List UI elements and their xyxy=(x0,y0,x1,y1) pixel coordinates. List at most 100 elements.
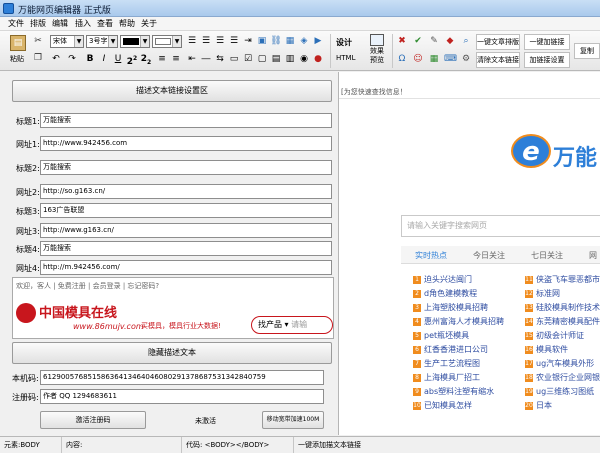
web-search-input[interactable]: 请输入关键字搜索网页 xyxy=(401,215,600,237)
menu-view[interactable]: 查看 xyxy=(97,18,113,29)
menu-about[interactable]: 关于 xyxy=(141,18,157,29)
tab-realtime[interactable]: 实时热点 xyxy=(415,250,447,261)
list-item[interactable]: 11 侠盗飞车罪恶都市 xyxy=(525,274,600,285)
url-4-input[interactable]: http://m.942456.com/ xyxy=(40,260,332,275)
list-item[interactable]: 18 农业银行企业网银 xyxy=(525,372,600,383)
brush-icon[interactable]: ✎ xyxy=(428,35,440,47)
html-view-button[interactable]: HTML xyxy=(336,54,355,62)
italic-button[interactable]: I xyxy=(98,53,110,65)
align-center-icon[interactable]: ☰ xyxy=(200,35,212,47)
speed-boost-button[interactable]: 移动宽带加速100M xyxy=(262,411,324,429)
unordered-list-icon[interactable]: ≡ xyxy=(170,53,182,65)
textbox-icon[interactable]: ▭ xyxy=(228,53,240,65)
emoji-icon[interactable]: ☺ xyxy=(412,53,424,65)
clear-links-button[interactable]: 清除文本链接 xyxy=(476,52,520,68)
justify-icon[interactable]: ☰ xyxy=(228,35,240,47)
list-item[interactable]: 16 模具软件 xyxy=(525,344,568,355)
list-item[interactable]: 14 东莞精密模具配件 xyxy=(525,316,600,327)
image-icon[interactable]: ▣ xyxy=(256,35,268,47)
list-item[interactable]: 6 红香香港进口公司 xyxy=(413,344,488,355)
back-color-select[interactable]: ▼ xyxy=(152,35,182,48)
font-color-select[interactable]: ▼ xyxy=(120,35,150,48)
indent-icon[interactable]: ⇥ xyxy=(242,35,254,47)
reg-code-input[interactable]: 作者 QQ 1294683611 xyxy=(40,389,324,404)
list-item[interactable]: 8 上海模具厂招工 xyxy=(413,372,480,383)
login-bar[interactable]: 欢迎，客人 | 免费注册 | 会员登录 | 忘记密码? xyxy=(16,281,159,291)
hide-description-button[interactable]: 隐藏描述文本 xyxy=(12,342,332,364)
find-icon[interactable]: ◆ xyxy=(444,35,456,47)
spell-icon[interactable]: ✔ xyxy=(412,35,424,47)
flash-icon[interactable]: ◈ xyxy=(298,35,310,47)
list-item[interactable]: 10 已知模具怎样 xyxy=(413,400,472,411)
align-left-icon[interactable]: ☰ xyxy=(186,35,198,47)
form-icon[interactable]: ▤ xyxy=(270,53,282,65)
url-1-input[interactable]: http://www.942456.com xyxy=(40,136,332,151)
url-3-input[interactable]: http://www.g163.cn/ xyxy=(40,223,332,238)
ordered-list-icon[interactable]: ≡ xyxy=(156,53,168,65)
list-item[interactable]: 19 ug三维练习图纸 xyxy=(525,386,594,397)
stop-icon[interactable]: ● xyxy=(312,53,324,65)
marquee-icon[interactable]: ⇆ xyxy=(214,53,226,65)
input-icon[interactable]: ▢ xyxy=(256,53,268,65)
list-item[interactable]: 13 硅胶模具制作技术 xyxy=(525,302,600,313)
copy-button[interactable]: 复制 xyxy=(574,43,600,59)
settings-icon[interactable]: ⚙ xyxy=(460,53,472,65)
one-click-format-button[interactable]: 一键文章排版 xyxy=(476,34,520,50)
paste-icon[interactable]: ▤ xyxy=(10,35,26,51)
outdent-icon[interactable]: ⇤ xyxy=(186,53,198,65)
font-size-select[interactable]: 3号字 ▼ xyxy=(86,35,118,48)
title-1-input[interactable]: 万能搜索 xyxy=(40,113,332,128)
title-4-input[interactable]: 万能搜索 xyxy=(40,241,332,256)
link-settings-button[interactable]: 加链接设置 xyxy=(524,52,570,68)
list-item[interactable]: 15 初级会计师证 xyxy=(525,330,584,341)
subscript-button[interactable]: 22 xyxy=(140,53,152,66)
activate-button[interactable]: 激活注册码 xyxy=(40,411,146,429)
menu-layout[interactable]: 排版 xyxy=(30,18,46,29)
copy-icon[interactable]: ❐ xyxy=(32,52,44,64)
date-icon[interactable]: ▦ xyxy=(428,53,440,65)
media-icon[interactable]: ▶ xyxy=(312,35,324,47)
undo-icon[interactable]: ↶ xyxy=(50,53,62,65)
url-2-input[interactable]: http://so.g163.cn/ xyxy=(40,184,332,199)
menu-insert[interactable]: 插入 xyxy=(75,18,91,29)
one-click-link-button[interactable]: 一键加链接 xyxy=(524,34,570,50)
design-view-button[interactable]: 设计 xyxy=(336,37,352,48)
clear-format-icon[interactable]: ✖ xyxy=(396,35,408,47)
paste-label[interactable]: 粘贴 xyxy=(10,54,24,64)
table-icon[interactable]: ▦ xyxy=(284,35,296,47)
align-right-icon[interactable]: ☰ xyxy=(214,35,226,47)
code-icon[interactable]: ⌨ xyxy=(444,53,457,65)
hr-icon[interactable]: ― xyxy=(200,53,212,65)
menu-file[interactable]: 文件 xyxy=(8,18,24,29)
menu-edit[interactable]: 编辑 xyxy=(52,18,68,29)
list-item[interactable]: 2 d角色建模教程 xyxy=(413,288,477,299)
list-item[interactable]: 1 迫头兴达闽门 xyxy=(413,274,472,285)
link-icon[interactable]: ⛓ xyxy=(270,35,282,47)
superscript-button[interactable]: 22 xyxy=(126,53,138,67)
title-2-input[interactable]: 万能搜索 xyxy=(40,160,332,175)
tab-more[interactable]: 网 xyxy=(589,250,597,261)
list-item[interactable]: 17 ug汽车模具外形 xyxy=(525,358,594,369)
list-item[interactable]: 5 pet瓶坯模具 xyxy=(413,330,469,341)
list-item[interactable]: 9 abs塑料注塑有缩水 xyxy=(413,386,494,397)
cut-icon[interactable]: ✂ xyxy=(32,35,44,47)
underline-button[interactable]: U xyxy=(112,53,124,65)
redo-icon[interactable]: ↷ xyxy=(66,53,78,65)
radio-icon[interactable]: ◉ xyxy=(298,53,310,65)
list-item[interactable]: 3 上海塑胶模具招聘 xyxy=(413,302,488,313)
font-family-select[interactable]: 宋体 ▼ xyxy=(50,35,84,48)
special-char-icon[interactable]: Ω xyxy=(396,53,408,65)
menu-help[interactable]: 帮助 xyxy=(119,18,135,29)
list-box-icon[interactable]: ▥ xyxy=(284,53,296,65)
preview-button[interactable]: 效果预览 xyxy=(368,34,386,68)
link-settings-header-button[interactable]: 描述文本链接设置区 xyxy=(12,80,332,102)
list-item[interactable]: 20 日本 xyxy=(525,400,552,411)
list-item[interactable]: 12 标准网 xyxy=(525,288,560,299)
bold-button[interactable]: B xyxy=(84,53,96,65)
banner-url[interactable]: www.86mujv.com xyxy=(73,322,144,331)
list-item[interactable]: 4 惠州富海人才模具招聘 xyxy=(413,316,504,327)
machine-code-input[interactable]: 6129005768515863641346404608029137868753… xyxy=(40,370,324,385)
title-3-input[interactable]: 163广告联盟 xyxy=(40,203,332,218)
zoom-icon[interactable]: ⌕ xyxy=(460,35,472,47)
list-item[interactable]: 7 生产工艺流程图 xyxy=(413,358,480,369)
